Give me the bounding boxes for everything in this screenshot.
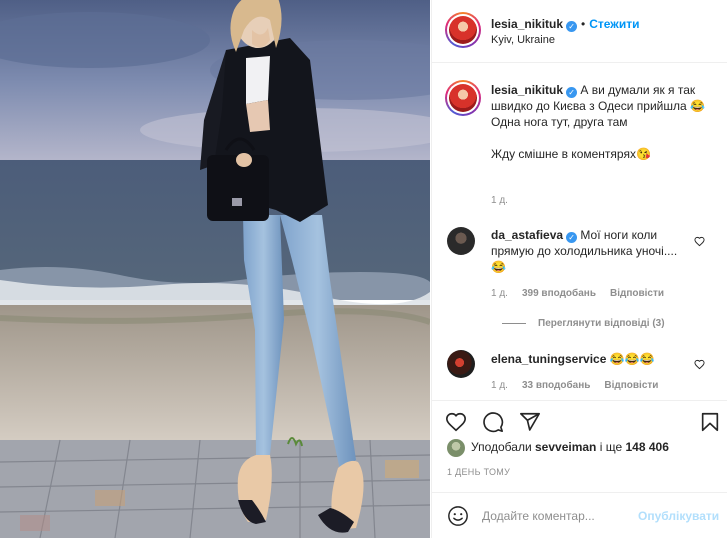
comment-icon[interactable] — [482, 411, 504, 433]
likes-count[interactable]: 148 406 — [626, 440, 669, 454]
replies-divider — [502, 322, 526, 324]
comment-time[interactable]: 1 д. — [491, 380, 508, 391]
comment-meta: 1 д. 399 вподобань Відповісти — [491, 288, 678, 299]
caption-username[interactable]: lesia_nikituk — [491, 83, 563, 97]
liker-avatar — [447, 439, 465, 457]
comment-reply-button[interactable]: Відповісти — [610, 288, 664, 299]
comment-avatar[interactable] — [447, 350, 475, 378]
header-user-row: lesia_nikituk ✓ • Стежити — [491, 17, 639, 32]
verified-icon: ✓ — [566, 21, 578, 32]
likes-prefix: Уподобали — [471, 440, 532, 455]
post-header: lesia_nikituk ✓ • Стежити Kyiv, Ukraine — [432, 0, 727, 63]
caption-time[interactable]: 1 д. — [491, 195, 508, 206]
comment-text: da_astafieva ✓ Мої ноги коли прямую до хо… — [491, 227, 691, 275]
author-avatar[interactable] — [445, 12, 481, 48]
comment-likes[interactable]: 399 вподобань — [522, 288, 596, 299]
post-timestamp[interactable]: 1 ДЕНЬ ТОМУ — [447, 467, 510, 477]
separator-dot: • — [581, 17, 586, 31]
caption-avatar[interactable] — [445, 80, 481, 116]
likes-connector: і ще — [599, 440, 623, 455]
emoji-icon[interactable] — [447, 505, 469, 527]
bookmark-icon[interactable] — [699, 411, 721, 433]
caption-line-3: Жду смішне в коментярях😘 — [491, 146, 719, 162]
comment-like-heart-icon[interactable] — [694, 359, 705, 370]
likes-summary[interactable]: Уподобали sevveiman і ще 148 406 — [447, 439, 669, 457]
comment-like-heart-icon[interactable] — [694, 236, 705, 247]
comment-meta: 1 д. 33 вподобань Відповісти — [491, 380, 672, 391]
comment-input[interactable] — [482, 505, 642, 527]
kiss-emoji: 😘 — [635, 147, 651, 161]
comment-avatar[interactable] — [447, 227, 475, 255]
caption-line-2: Одна нога тут, друга там — [491, 115, 628, 129]
liker-username[interactable]: sevveiman — [535, 440, 596, 454]
verified-icon: ✓ — [566, 232, 578, 243]
publish-button[interactable]: Опублікувати — [638, 509, 719, 523]
action-bar — [432, 400, 727, 434]
caption-line-3-text: Жду смішне в коментярях — [491, 147, 636, 161]
comment-composer: Опублікувати — [432, 492, 727, 538]
comment-likes[interactable]: 33 вподобань — [522, 380, 590, 391]
comment-time[interactable]: 1 д. — [491, 288, 508, 299]
post-photo[interactable] — [0, 0, 430, 538]
laughing-emoji: 😂 — [690, 99, 705, 113]
view-replies-button[interactable]: Переглянути відповіді (3) — [502, 318, 665, 329]
comment-username[interactable]: da_astafieva — [491, 228, 563, 242]
post-side-panel: lesia_nikituk ✓ • Стежити Kyiv, Ukraine les… — [431, 0, 727, 538]
comments-list[interactable]: lesia_nikituk ✓ А ви думали як я так швид… — [432, 64, 727, 400]
post-location[interactable]: Kyiv, Ukraine — [491, 34, 555, 46]
view-replies-label: Переглянути відповіді (3) — [538, 318, 665, 329]
laughing-emoji: 😂😂😂 — [609, 352, 655, 366]
comment-text: elena_tuningservice 😂😂😂 — [491, 351, 691, 367]
caption-text: lesia_nikituk ✓ А ви думали як я так швид… — [491, 82, 719, 162]
comment-username[interactable]: elena_tuningservice — [491, 352, 606, 366]
heart-icon[interactable] — [445, 411, 467, 433]
follow-button[interactable]: Стежити — [589, 17, 639, 31]
comment-reply-button[interactable]: Відповісти — [604, 380, 658, 391]
laughing-emoji: 😂 — [491, 260, 506, 274]
share-icon[interactable] — [519, 411, 541, 433]
caption-line-1: lesia_nikituk ✓ А ви думали як я так швид… — [491, 82, 719, 114]
verified-icon: ✓ — [566, 87, 578, 98]
author-username[interactable]: lesia_nikituk — [491, 17, 563, 31]
